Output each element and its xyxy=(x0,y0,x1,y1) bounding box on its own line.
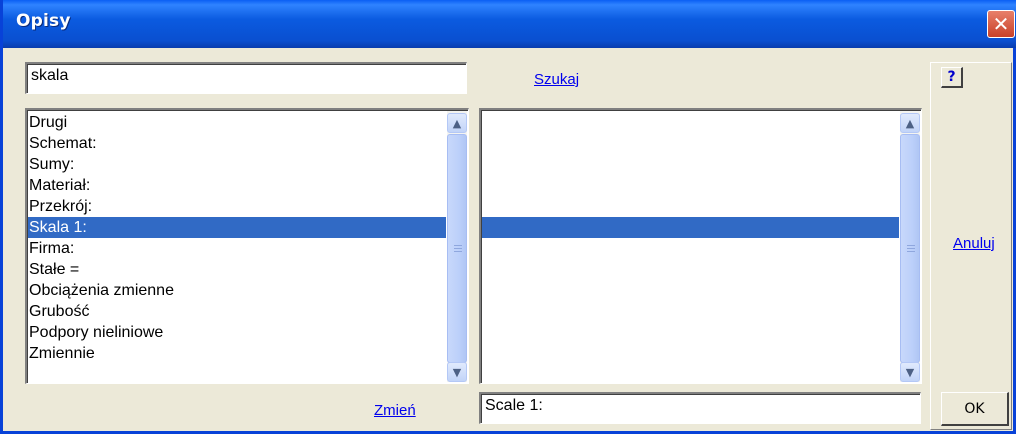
list-item[interactable]: Schemat: xyxy=(28,133,446,154)
list-item[interactable] xyxy=(482,133,899,154)
scroll-up-arrow-icon[interactable]: ▲ xyxy=(447,113,467,133)
cancel-link[interactable]: Anuluj xyxy=(953,235,995,252)
window-title: Opisy xyxy=(16,11,71,31)
change-link[interactable]: Zmień xyxy=(374,402,416,419)
translations-list xyxy=(482,112,899,364)
list-item[interactable] xyxy=(482,238,899,259)
list-item[interactable]: Drugi xyxy=(28,112,446,133)
list-item[interactable] xyxy=(482,196,899,217)
scroll-thumb[interactable] xyxy=(447,134,467,363)
list-item[interactable]: Obciążenia zmienne xyxy=(28,280,446,301)
list-item[interactable] xyxy=(482,259,899,280)
list-item[interactable] xyxy=(482,322,899,343)
help-button[interactable]: ? xyxy=(941,67,963,88)
edit-field[interactable]: Scale 1: xyxy=(479,392,921,424)
left-scrollbar[interactable]: ▲ ▼ xyxy=(447,111,467,382)
title-bar[interactable]: Opisy ✕ xyxy=(3,0,1016,48)
list-item[interactable] xyxy=(482,154,899,175)
list-item[interactable]: Stałe = xyxy=(28,259,446,280)
right-scrollbar[interactable]: ▲ ▼ xyxy=(900,111,920,382)
list-item[interactable] xyxy=(482,301,899,322)
close-icon: ✕ xyxy=(992,12,1010,36)
list-item[interactable]: Skala 1: xyxy=(28,217,446,238)
scroll-up-arrow-icon[interactable]: ▲ xyxy=(900,113,920,133)
close-button[interactable]: ✕ xyxy=(987,10,1015,38)
list-item[interactable]: Podpory nieliniowe xyxy=(28,322,446,343)
list-item[interactable]: Firma: xyxy=(28,238,446,259)
scroll-thumb[interactable] xyxy=(900,134,920,363)
descriptions-list: Drugi Schemat: Sumy: Materiał: Przekrój: Skal… xyxy=(28,112,446,364)
descriptions-listbox[interactable]: Drugi Schemat: Sumy: Materiał: Przekrój: Skal… xyxy=(25,108,469,384)
list-item[interactable] xyxy=(482,112,899,133)
search-input[interactable]: skala xyxy=(25,62,467,94)
list-item[interactable]: Grubość xyxy=(28,301,446,322)
list-item[interactable]: Materiał: xyxy=(28,175,446,196)
list-item[interactable] xyxy=(482,280,899,301)
list-item[interactable] xyxy=(482,217,899,238)
dialog-window: Opisy ✕ skala Szukaj Drugi Schemat: Sumy: M… xyxy=(0,0,1016,434)
scroll-down-arrow-icon[interactable]: ▼ xyxy=(900,362,920,382)
list-item[interactable]: Zmiennie xyxy=(28,343,446,364)
list-item[interactable] xyxy=(482,343,899,364)
scroll-down-arrow-icon[interactable]: ▼ xyxy=(447,362,467,382)
search-link[interactable]: Szukaj xyxy=(534,71,579,88)
translations-listbox[interactable]: ▲ ▼ xyxy=(479,108,922,384)
list-item[interactable] xyxy=(482,175,899,196)
ok-button[interactable]: OK xyxy=(941,392,1009,426)
list-item[interactable]: Przekrój: xyxy=(28,196,446,217)
list-item[interactable]: Sumy: xyxy=(28,154,446,175)
